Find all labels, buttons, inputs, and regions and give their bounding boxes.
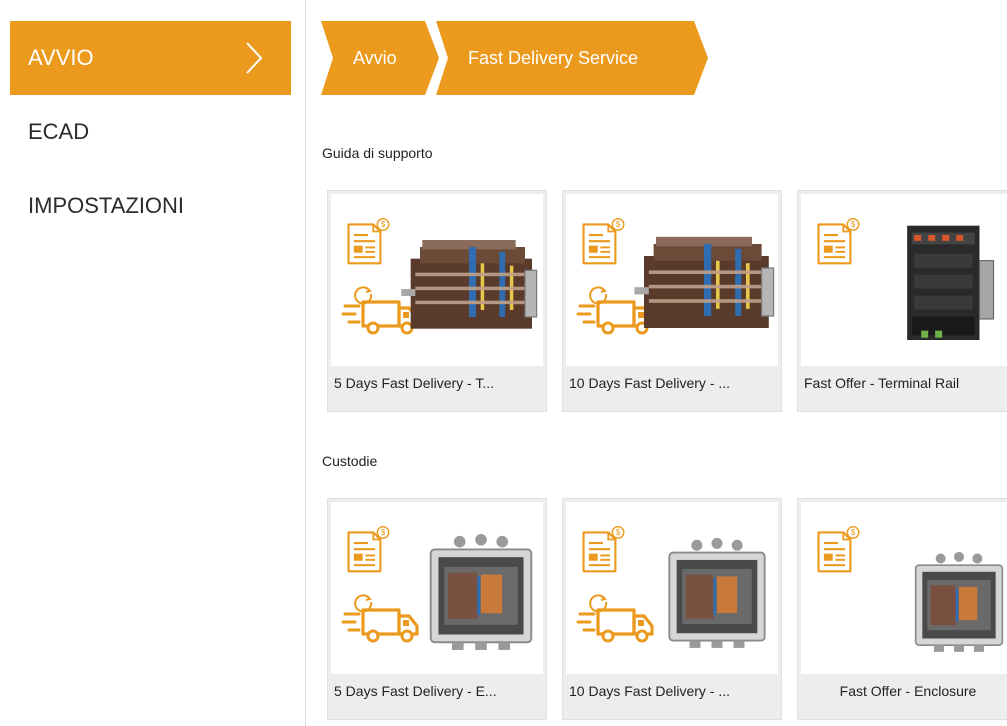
product-card[interactable]: Fast Offer - Enclosure: [797, 498, 1007, 720]
terminal-block-image: [632, 208, 776, 352]
breadcrumb-label: Avvio: [353, 47, 397, 68]
breadcrumb-fast-delivery[interactable]: Fast Delivery Service: [436, 21, 708, 95]
sidebar-item-label: AVVIO: [28, 45, 94, 70]
breadcrumb-avvio[interactable]: Avvio: [321, 21, 439, 95]
card-caption: 5 Days Fast Delivery - E...: [334, 683, 497, 699]
product-card[interactable]: 10 Days Fast Delivery - ...: [562, 190, 782, 412]
card-image: [331, 194, 543, 366]
product-card[interactable]: Fast Offer - Terminal Rail: [797, 190, 1007, 412]
product-card[interactable]: 5 Days Fast Delivery - T...: [327, 190, 547, 412]
sidebar-item-ecad[interactable]: ECAD: [10, 96, 291, 168]
enclosure-image: [423, 516, 539, 666]
document-offer-icon: [815, 524, 861, 578]
terminal-block-image: [399, 212, 539, 352]
breadcrumb-label: Fast Delivery Service: [468, 47, 639, 68]
section-title: Custodie: [322, 453, 378, 469]
card-caption: Fast Offer - Terminal Rail: [804, 375, 960, 391]
enclosure-image: [909, 526, 1007, 674]
card-image: [566, 502, 778, 674]
card-image: [801, 502, 1007, 674]
product-card[interactable]: 5 Days Fast Delivery - E...: [327, 498, 547, 720]
sidebar-item-label: IMPOSTAZIONI: [28, 193, 185, 218]
card-image: [331, 502, 543, 674]
delivery-truck-icon: [576, 590, 660, 646]
card-caption: 10 Days Fast Delivery - ...: [569, 375, 731, 391]
sidebar-item-label: ECAD: [28, 119, 90, 144]
section-title: Guida di supporto: [322, 145, 433, 161]
card-caption: 5 Days Fast Delivery - T...: [334, 375, 495, 391]
terminal-rail-image: [893, 214, 1003, 354]
delivery-truck-icon: [341, 590, 425, 646]
card-image: [566, 194, 778, 366]
document-offer-icon: [580, 524, 626, 578]
card-image: [801, 194, 1007, 366]
sidebar-item-avvio[interactable]: AVVIO: [10, 21, 291, 95]
sidebar-item-impostazioni[interactable]: IMPOSTAZIONI: [10, 170, 291, 242]
enclosure-image: [662, 532, 772, 652]
product-card[interactable]: 10 Days Fast Delivery - ...: [562, 498, 782, 720]
document-offer-icon: [815, 216, 861, 270]
card-caption: 10 Days Fast Delivery - ...: [569, 683, 731, 699]
document-offer-icon: [345, 524, 391, 578]
card-caption: Fast Offer - Enclosure: [839, 683, 977, 699]
chevron-right-icon: [246, 42, 263, 74]
sidebar-divider: [305, 0, 306, 726]
document-offer-icon: [580, 216, 626, 270]
document-offer-icon: [345, 216, 391, 270]
